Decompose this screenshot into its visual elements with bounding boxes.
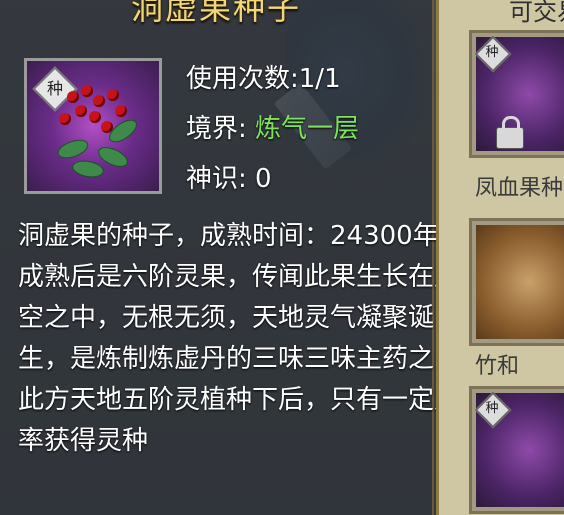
item-tooltip: 洞虚果种子 种 使用次数:1/1 境界: 炼气一层 神识: 0 洞虚果的种子，成… [0, 0, 465, 515]
slot-name: 竹和 [475, 354, 520, 379]
usage-count-row: 使用次数:1/1 [186, 58, 341, 95]
inventory-slot-seed[interactable]: 种 [469, 386, 564, 514]
berry-icon [59, 113, 71, 125]
berry-icon [93, 95, 105, 107]
berry-icon [107, 89, 119, 101]
plant-icon [476, 225, 564, 339]
spirit-sense-value: 0 [255, 164, 272, 194]
berry-icon [89, 111, 101, 123]
realm-row: 境界: 炼气一层 [186, 108, 359, 145]
seed-badge-label: 种 [485, 45, 499, 60]
berry-icon [101, 121, 113, 133]
item-title: 洞虚果种子 [130, 0, 301, 27]
tradeable-header: 可交易 [509, 0, 564, 26]
spirit-sense-row: 神识: 0 [186, 158, 272, 195]
berry-icon [75, 105, 87, 117]
leaf-icon [55, 136, 91, 162]
usage-count-value: 1/1 [298, 64, 341, 94]
slot-name: 凤血果种 [475, 176, 564, 201]
berry-icon [67, 91, 79, 103]
inventory-slot-bamboo[interactable] [469, 218, 564, 346]
realm-label: 境界: [186, 114, 247, 144]
berry-icon [115, 105, 127, 117]
leaf-icon [70, 158, 106, 180]
red-berry-plant-icon: 种 [24, 58, 162, 194]
inventory-slot-phoenix-blood-seed[interactable]: 种 [469, 30, 564, 158]
realm-value: 炼气一层 [255, 114, 360, 144]
seed-badge-label: 种 [485, 401, 499, 416]
seed-badge-label: 种 [46, 79, 63, 98]
berry-icon [81, 85, 93, 97]
spirit-sense-label: 神识: [186, 164, 247, 194]
lock-icon [496, 116, 524, 149]
usage-count-label: 使用次数: [186, 64, 299, 94]
inventory-panel: 可交易 种 凤血果种 竹和 种 [436, 0, 564, 515]
